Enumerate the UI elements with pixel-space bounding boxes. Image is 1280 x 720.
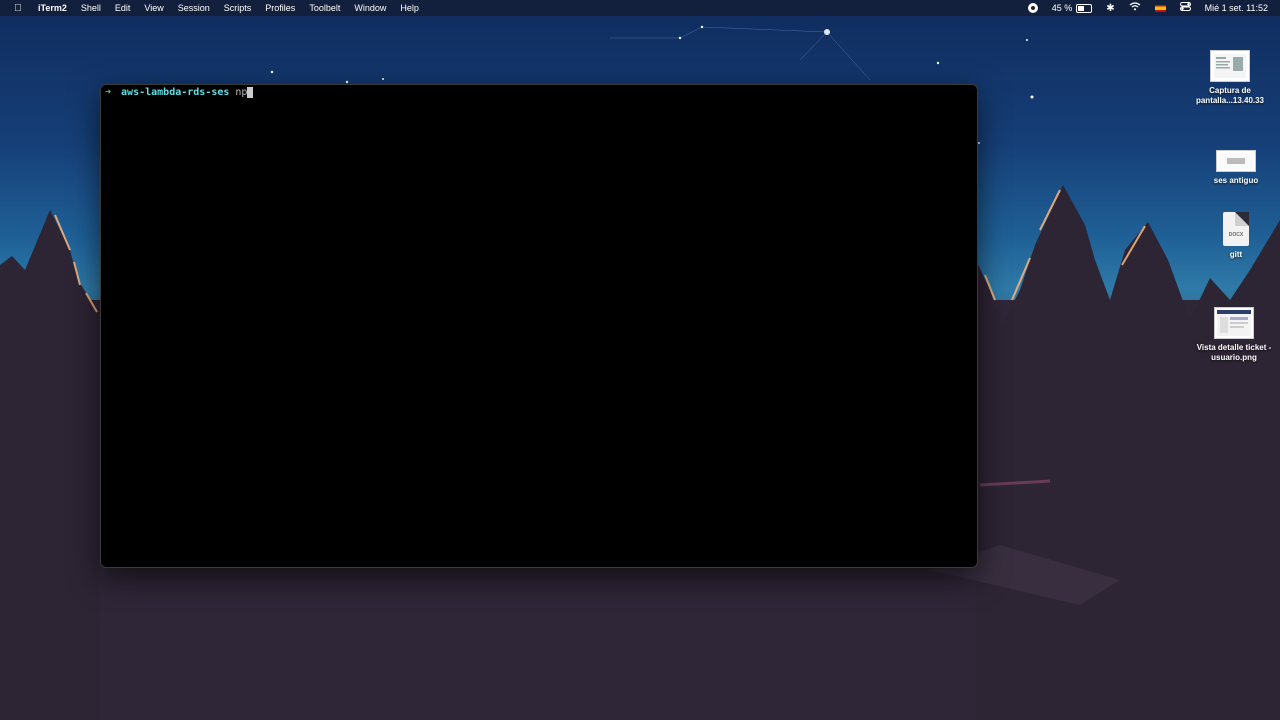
apple-icon[interactable]: : [12, 3, 24, 14]
menu-help[interactable]: Help: [400, 3, 419, 13]
menu-bar:  iTerm2 Shell Edit View Session Scripts…: [0, 0, 1280, 16]
menu-view[interactable]: View: [144, 3, 163, 13]
docx-file-icon: DOCX: [1223, 212, 1249, 246]
docx-badge: DOCX: [1228, 232, 1244, 238]
menu-clock[interactable]: Mié 1 set. 11:52: [1205, 3, 1268, 13]
desktop-icon-label: gitt: [1229, 250, 1243, 259]
desktop-icon-gitt[interactable]: DOCX gitt: [1191, 212, 1280, 260]
control-center-icon[interactable]: [1179, 2, 1191, 14]
menu-shell[interactable]: Shell: [81, 3, 101, 13]
desktop-icon-label: Vista detalle ticket - usuario.png: [1196, 343, 1272, 362]
image-thumbnail-icon: [1216, 150, 1256, 172]
terminal-cursor: [247, 86, 254, 98]
desktop-icon-label: Captura de pantalla...13.40.33: [1195, 86, 1265, 105]
trees-right: [976, 185, 1280, 720]
screen-record-icon[interactable]: [1027, 3, 1038, 13]
battery-percent: 45 %: [1051, 3, 1073, 13]
typed-command: np: [235, 86, 248, 98]
png-thumbnail-icon: [1214, 307, 1254, 339]
desktop-icon-label: ses antiguo: [1213, 176, 1259, 185]
wifi-icon[interactable]: [1129, 2, 1141, 14]
prompt-arrow-icon: ➜: [105, 86, 112, 98]
battery-status[interactable]: 45 %: [1052, 3, 1093, 13]
menu-window[interactable]: Window: [354, 3, 386, 13]
menu-edit[interactable]: Edit: [115, 3, 131, 13]
input-source-flag-icon[interactable]: [1154, 4, 1166, 12]
iterm-terminal-window[interactable]: ➜ aws-lambda-rds-ses np: [100, 84, 978, 568]
battery-icon: [1076, 3, 1093, 13]
desktop-icon-vista-detalle[interactable]: Vista detalle ticket - usuario.png: [1189, 307, 1279, 363]
desktop-icon-ses-antiguo[interactable]: ses antiguo: [1191, 150, 1280, 186]
menu-app-iterm2[interactable]: iTerm2: [38, 3, 67, 13]
terminal-prompt-line: ➜ aws-lambda-rds-ses np: [105, 86, 254, 98]
menu-session[interactable]: Session: [178, 3, 210, 13]
desktop-icon-screenshot[interactable]: Captura de pantalla...13.40.33: [1185, 50, 1275, 106]
prompt-directory: aws-lambda-rds-ses: [121, 86, 230, 98]
menu-scripts[interactable]: Scripts: [224, 3, 252, 13]
trees-left: [0, 210, 100, 720]
bluetooth-icon[interactable]: ✱: [1106, 3, 1114, 14]
menu-toolbelt[interactable]: Toolbelt: [309, 3, 340, 13]
screenshot-thumbnail-icon: [1210, 50, 1250, 82]
menu-profiles[interactable]: Profiles: [265, 3, 295, 13]
